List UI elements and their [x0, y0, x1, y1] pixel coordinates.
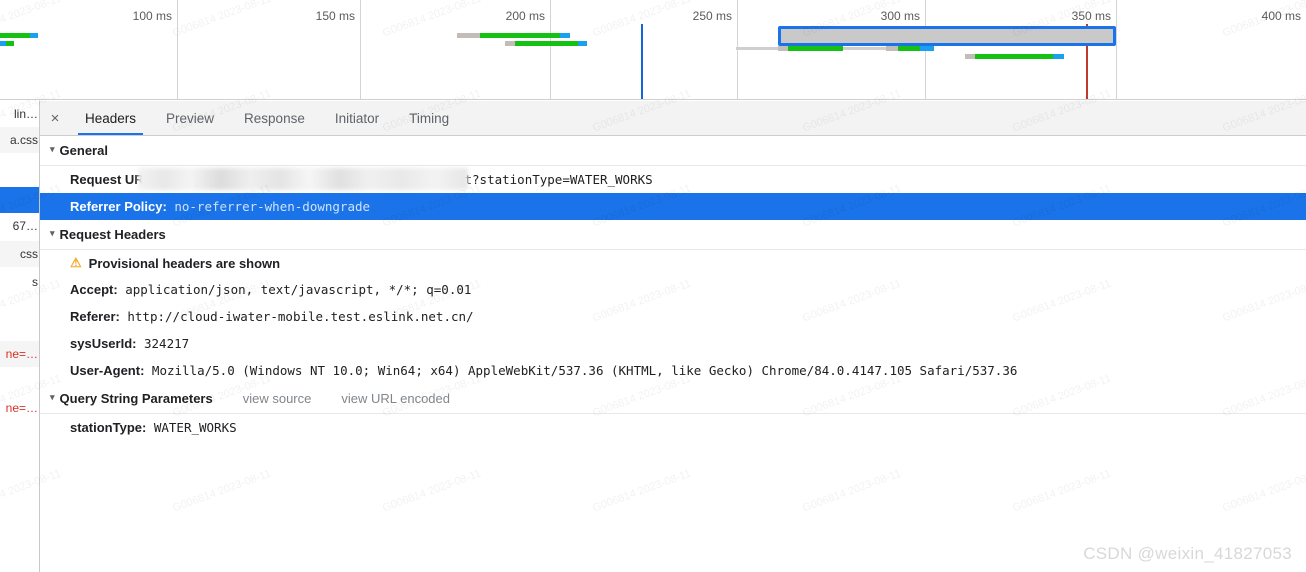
chevron-down-icon[interactable]: ▾: [50, 392, 55, 403]
timeline-tick-label: 400 ms: [1261, 9, 1301, 23]
timeline-bar-segment-grayline: [736, 47, 778, 50]
timeline-bar-segment-grayline: [843, 47, 886, 50]
query-param-row[interactable]: stationType: WATER_WORKS: [40, 414, 1306, 441]
detail-tabs[interactable]: Headers Preview Response Initiator Timing: [70, 101, 464, 135]
headers-content: ▾ General Request URL: proxy/ybdd/iwater…: [40, 136, 1306, 571]
redaction-blur: [138, 168, 468, 190]
timeline-bar-segment-stall: [457, 33, 480, 38]
general-row[interactable]: Request URL: proxy/ybdd/iwater/app/lm/qu…: [40, 166, 1306, 193]
devtools-network-panel: 100 ms 150 ms 200 ms 250 ms 300 ms 350 ms 400 …: [0, 0, 1306, 572]
request-headers-section-title: Request Headers: [59, 227, 166, 242]
request-list-strip[interactable]: lin… a.css 67… css s ne=… ne=…: [0, 101, 40, 572]
csdn-watermark: CSDN @weixin_41827053: [1083, 544, 1292, 563]
general-section-header[interactable]: ▾ General: [40, 136, 1306, 166]
request-header-value: application/json, text/javascript, */*; …: [117, 282, 472, 297]
tab-timing[interactable]: Timing: [394, 101, 464, 135]
request-header-row[interactable]: User-Agent: Mozilla/5.0 (Windows NT 10.0…: [40, 357, 1306, 384]
view-url-encoded-link[interactable]: view URL encoded: [341, 391, 450, 406]
query-string-section-title: Query String Parameters: [59, 391, 213, 406]
query-string-rows: stationType: WATER_WORKS: [40, 414, 1306, 441]
general-key: Referrer Policy:: [70, 199, 167, 214]
request-header-key: Accept:: [70, 282, 118, 297]
timeline-bar-segment-blue: [920, 46, 934, 51]
network-timeline-waterfall[interactable]: 100 ms 150 ms 200 ms 250 ms 300 ms 350 ms 400 …: [0, 0, 1306, 100]
query-string-section-header[interactable]: ▾ Query String Parameters view source vi…: [40, 384, 1306, 414]
tab-initiator[interactable]: Initiator: [320, 101, 394, 135]
timeline-bar-segment-stall: [778, 46, 788, 51]
list-item[interactable]: 67…: [0, 213, 39, 239]
tab-response[interactable]: Response: [229, 101, 320, 135]
tab-headers[interactable]: Headers: [70, 101, 151, 135]
general-row[interactable]: Referrer Policy: no-referrer-when-downgr…: [40, 193, 1306, 220]
timeline-bar-segment-blue: [1053, 54, 1064, 59]
chevron-down-icon[interactable]: ▾: [50, 228, 55, 239]
timeline-tick-label: 300 ms: [880, 9, 920, 23]
timeline-tick-label: 250 ms: [692, 9, 732, 23]
dom-content-loaded-marker: [641, 24, 643, 100]
detail-tab-bar[interactable]: × Headers Preview Response Initiator Timing: [40, 101, 1306, 136]
timeline-tick-label: 100 ms: [132, 9, 172, 23]
request-headers-section-header[interactable]: ▾ Request Headers: [40, 220, 1306, 250]
selected-request-highlight[interactable]: [778, 26, 1116, 46]
request-header-rows: Accept: application/json, text/javascrip…: [40, 276, 1306, 384]
list-item[interactable]: [0, 187, 39, 213]
general-rows: Request URL: proxy/ybdd/iwater/app/lm/qu…: [40, 166, 1306, 220]
timeline-tick-label: 150 ms: [315, 9, 355, 23]
request-header-key: sysUserId:: [70, 336, 137, 351]
tab-preview[interactable]: Preview: [151, 101, 229, 135]
waterfall-divider: [0, 99, 1306, 100]
timeline-bar-segment-green: [788, 46, 843, 51]
warning-icon: ⚠: [70, 255, 82, 270]
list-item[interactable]: ne=…: [0, 341, 39, 367]
timeline-bar[interactable]: [0, 54, 1306, 59]
view-source-link[interactable]: view source: [243, 391, 312, 406]
provisional-headers-warning: ⚠ Provisional headers are shown: [40, 250, 1306, 276]
request-header-row[interactable]: Accept: application/json, text/javascrip…: [40, 276, 1306, 303]
list-item[interactable]: ne=…: [0, 395, 39, 421]
request-header-value: 324217: [136, 336, 190, 351]
general-value: no-referrer-when-downgrade: [166, 199, 371, 214]
request-header-key: User-Agent:: [70, 363, 145, 378]
list-item[interactable]: css: [0, 241, 39, 267]
request-header-key: Referer:: [70, 309, 120, 324]
request-header-row[interactable]: sysUserId: 324217: [40, 330, 1306, 357]
request-header-value: http://cloud-iwater-mobile.test.eslink.n…: [119, 309, 474, 324]
query-param-key: stationType:: [70, 420, 147, 435]
chevron-down-icon[interactable]: ▾: [50, 144, 55, 155]
list-item[interactable]: s: [0, 269, 39, 295]
list-item[interactable]: lin…: [0, 101, 39, 127]
query-param-value: WATER_WORKS: [146, 420, 237, 435]
request-header-row[interactable]: Referer: http://cloud-iwater-mobile.test…: [40, 303, 1306, 330]
timeline-bar-segment-green: [975, 54, 1063, 59]
timeline-bar-segment-green: [480, 33, 568, 38]
timeline-tick-label: 200 ms: [505, 9, 545, 23]
request-header-value: Mozilla/5.0 (Windows NT 10.0; Win64; x64…: [144, 363, 1018, 378]
general-section-title: General: [59, 143, 108, 158]
request-detail-panel: × Headers Preview Response Initiator Timing …: [40, 101, 1306, 572]
provisional-headers-warning-text: Provisional headers are shown: [88, 255, 281, 271]
timeline-bar-segment-stall: [886, 46, 898, 51]
timeline-bar-segment-blue: [560, 33, 570, 38]
timeline-bar-segment-stall: [965, 54, 975, 59]
timeline-tick-label: 350 ms: [1071, 9, 1111, 23]
timeline-bar[interactable]: [0, 46, 1306, 51]
list-item[interactable]: a.css: [0, 127, 39, 153]
close-icon[interactable]: ×: [40, 101, 70, 135]
